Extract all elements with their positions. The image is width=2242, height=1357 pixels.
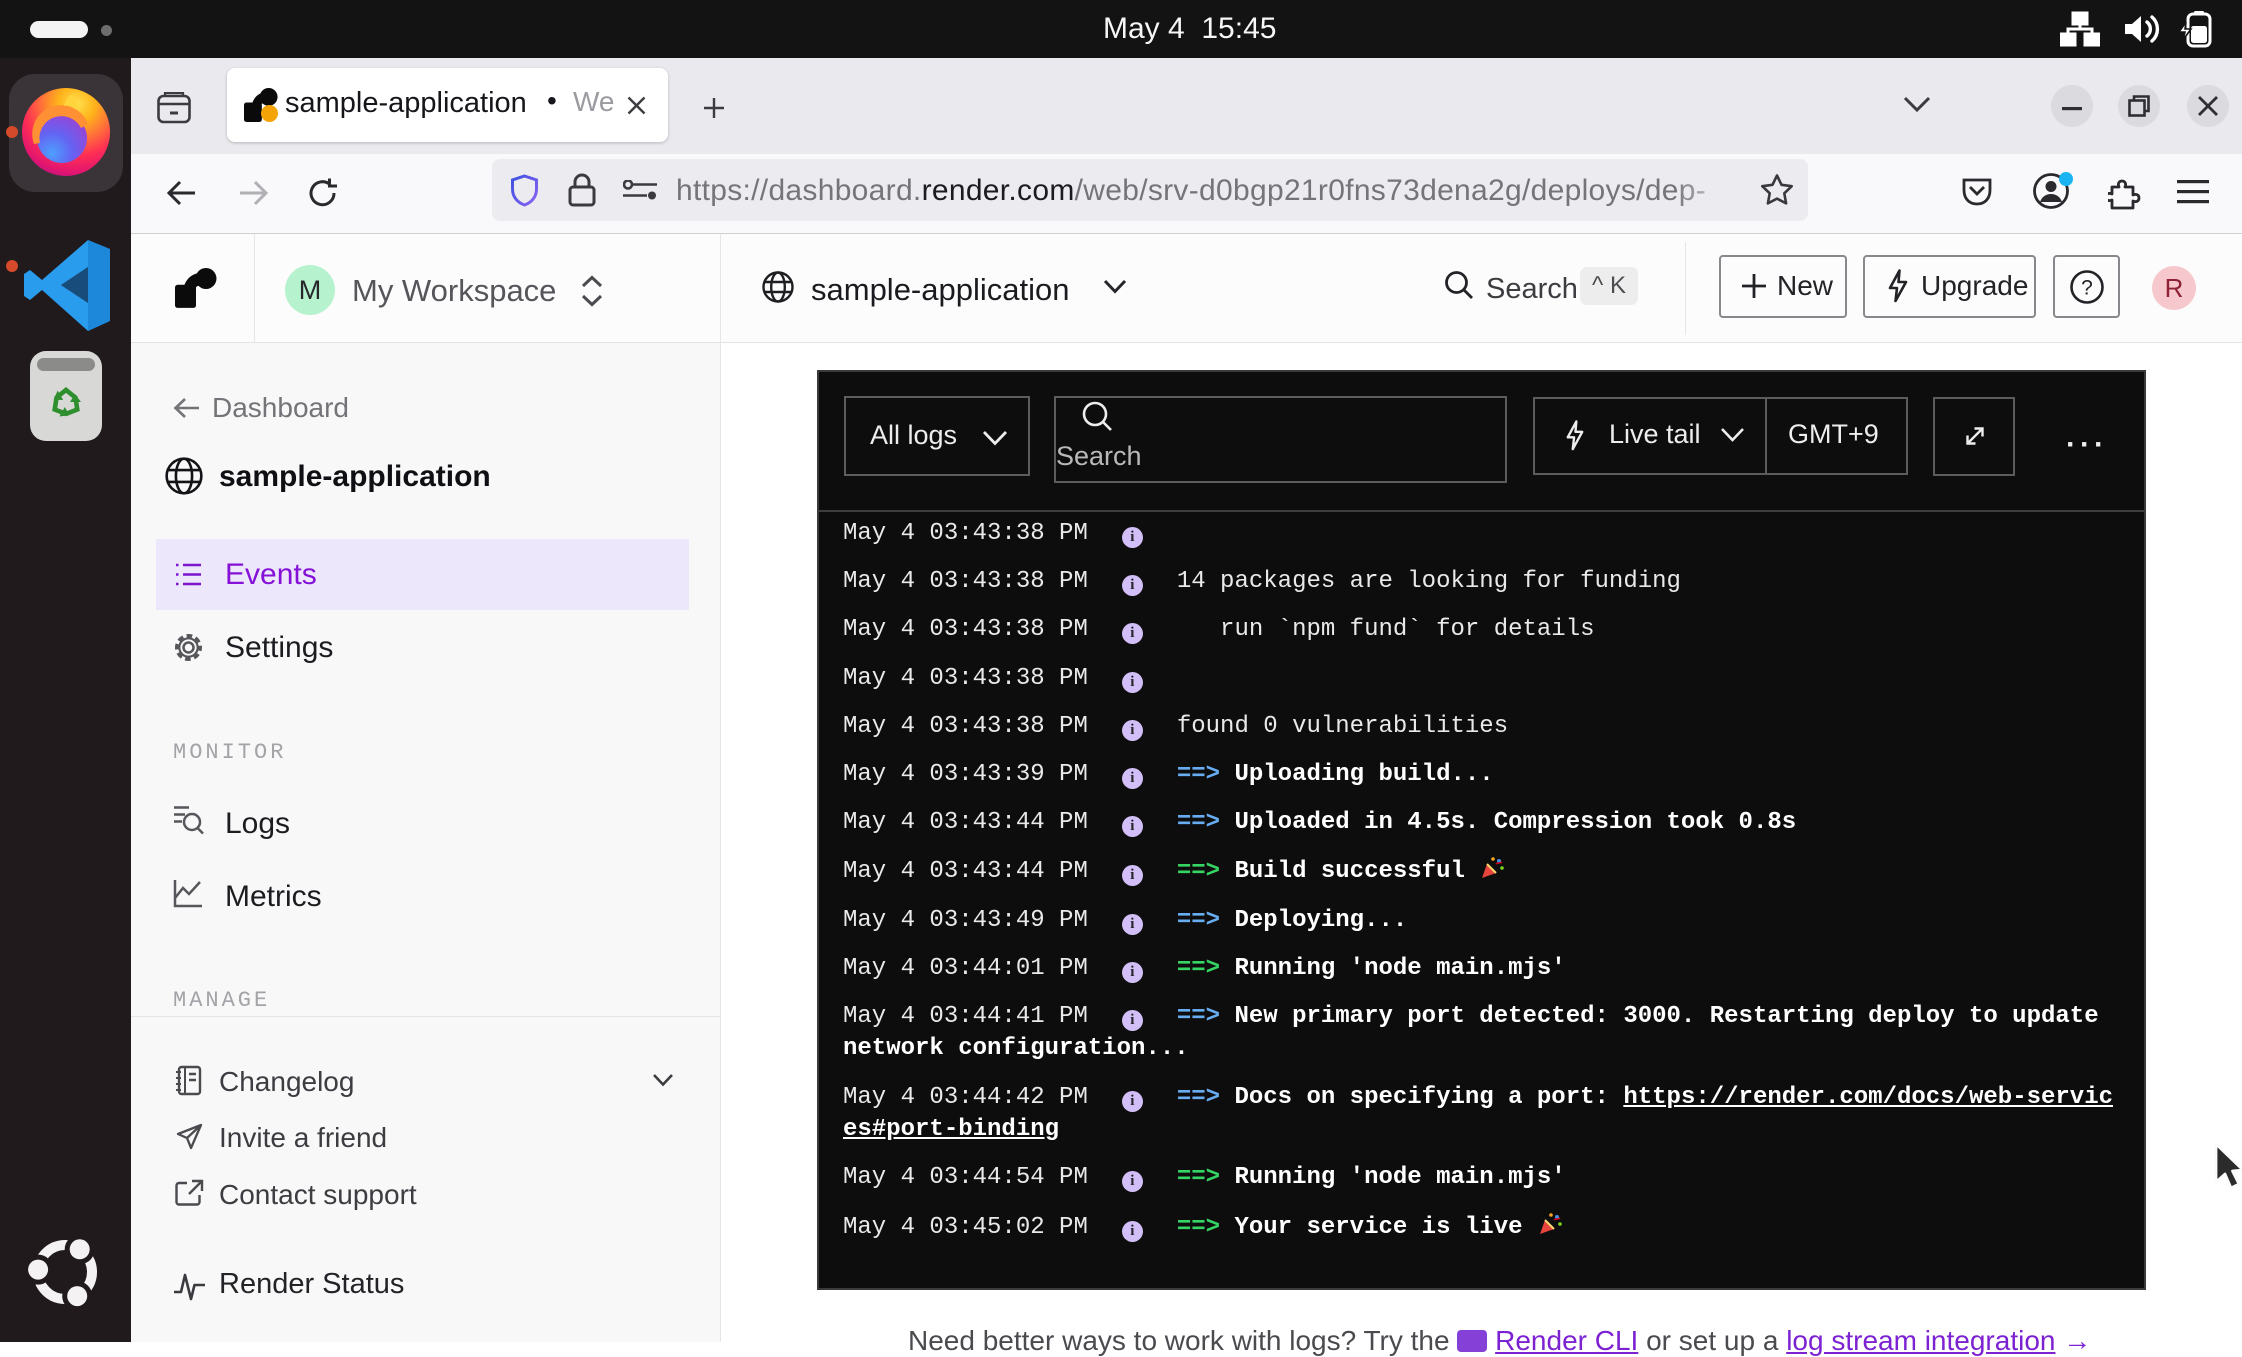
svg-text:?: ? <box>2081 277 2093 300</box>
